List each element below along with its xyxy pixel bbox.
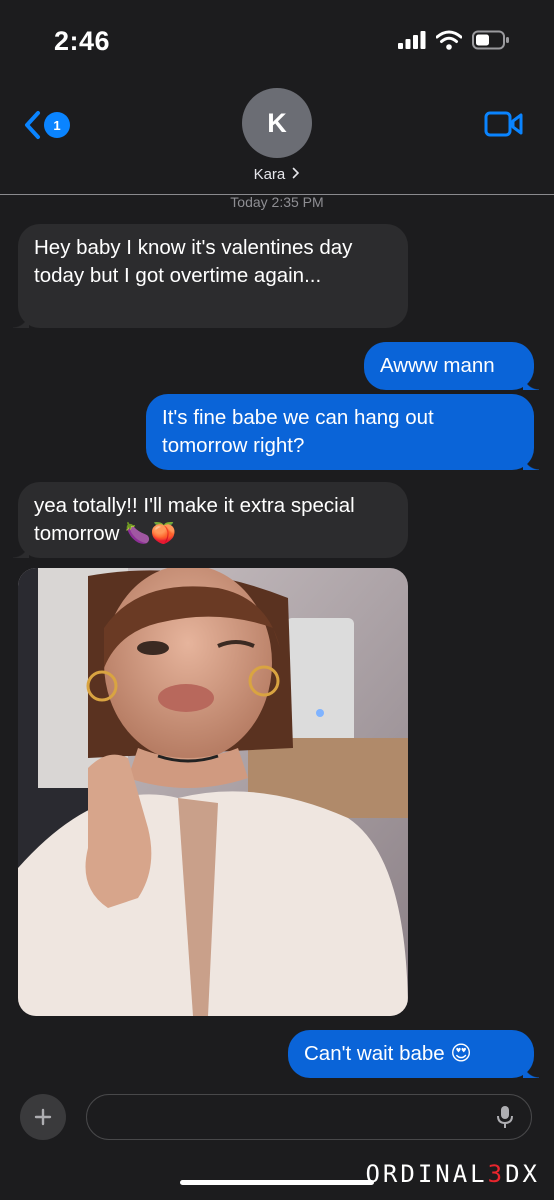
conversation-header: 1 K Kara xyxy=(0,80,554,194)
back-chevron-icon xyxy=(25,111,40,139)
plus-icon xyxy=(34,1108,52,1126)
contact-name: Kara xyxy=(253,166,286,183)
video-call-icon xyxy=(484,111,523,137)
message-bubble-outgoing[interactable]: It's fine babe we can hang out tomorrow … xyxy=(146,394,539,470)
photo-attachment[interactable] xyxy=(18,568,408,1016)
contact-name-button[interactable]: Kara xyxy=(0,166,554,183)
status-icons xyxy=(398,30,510,50)
message-bubble-outgoing[interactable]: Can't wait babe 😍 xyxy=(288,1030,539,1078)
back-button[interactable]: 1 xyxy=(22,110,70,140)
microphone-icon[interactable] xyxy=(497,1105,513,1129)
message-bubble-incoming[interactable]: Hey baby I know it's valentines day toda… xyxy=(13,224,408,328)
chevron-right-icon xyxy=(293,167,300,179)
watermark-suffix: DX xyxy=(505,1160,540,1188)
status-bar: 2:46 xyxy=(0,0,554,80)
video-call-button[interactable] xyxy=(484,110,524,143)
wifi-icon xyxy=(436,30,462,50)
photo-image xyxy=(18,568,408,1016)
watermark-three: 3 xyxy=(487,1160,506,1188)
message-bubble-outgoing[interactable]: Awww mann xyxy=(364,342,539,390)
cellular-signal-icon xyxy=(398,31,426,49)
message-input[interactable] xyxy=(86,1094,532,1140)
message-bubble-incoming[interactable]: yea totally!! I'll make it extra special… xyxy=(13,482,408,558)
home-indicator[interactable] xyxy=(180,1180,374,1185)
message-composer xyxy=(0,1094,554,1140)
thread-timestamp: Today 2:35 PM xyxy=(230,194,324,210)
battery-icon xyxy=(472,30,509,50)
unread-count-badge: 1 xyxy=(44,112,70,138)
watermark: ORDINAL3DX xyxy=(365,1160,540,1188)
watermark-prefix: ORDINAL xyxy=(365,1160,488,1188)
status-time: 2:46 xyxy=(54,26,111,56)
apps-plus-button[interactable] xyxy=(20,1094,66,1140)
contact-avatar[interactable]: K xyxy=(242,88,312,158)
